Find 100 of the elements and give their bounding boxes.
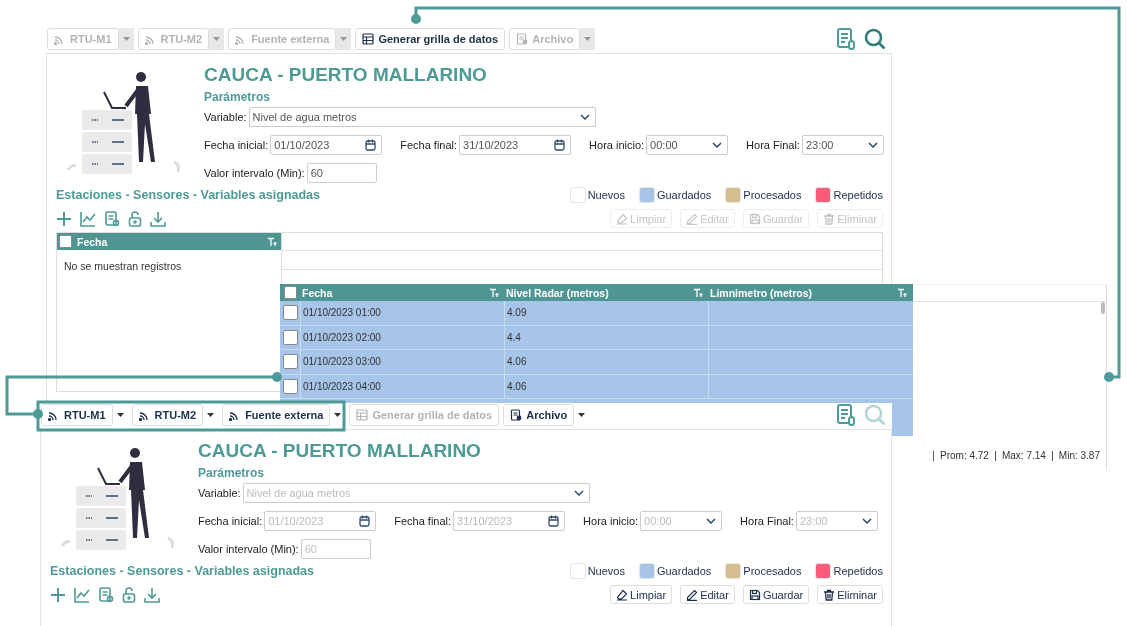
filter-icon[interactable]	[267, 236, 277, 247]
legend-label: Repetidos	[833, 565, 883, 577]
dropdown-button[interactable]: Archivo	[503, 404, 575, 426]
dropdown-button[interactable]: RTU-M2	[131, 404, 204, 426]
dropdown-field[interactable]: 23:00	[801, 135, 884, 155]
signal-icon	[48, 409, 60, 421]
row-checkbox[interactable]	[282, 354, 298, 370]
legend-label: Guardados	[656, 565, 712, 577]
field-label: Valor intervalo (Min):	[204, 167, 305, 179]
field-label: Hora Final:	[740, 515, 794, 527]
signal-icon	[54, 33, 66, 45]
action-button[interactable]: Eliminar	[817, 585, 883, 604]
scrollbar[interactable]	[1101, 302, 1105, 314]
save-icon	[748, 212, 761, 225]
table-cell: 01/10/2023 01:00	[300, 301, 504, 325]
section-heading: Parámetros	[198, 466, 266, 480]
chevron-down-icon[interactable]	[712, 142, 723, 148]
field-label: Variable:	[204, 111, 247, 123]
field-label: Hora Final:	[746, 139, 800, 151]
field-label: Fecha final:	[394, 515, 452, 527]
trash-icon	[823, 588, 836, 601]
filter-icon[interactable]	[897, 287, 907, 298]
save-icon	[748, 588, 761, 601]
legend-label: Guardados	[656, 189, 712, 201]
calendar-icon[interactable]	[365, 139, 377, 151]
stat-value: Max: 7.14	[994, 451, 1046, 461]
legend-label: Nuevos	[587, 189, 625, 201]
filter-icon[interactable]	[489, 287, 499, 298]
calendar-icon[interactable]	[554, 139, 566, 151]
lock-icon[interactable]	[128, 210, 142, 227]
field-label: Hora inicio:	[589, 139, 645, 151]
table-cell: 4.4	[504, 325, 708, 349]
dropdown-field[interactable]: Nivel de agua metros	[248, 107, 596, 127]
table-cell: 4.09	[504, 301, 708, 325]
field-label: Fecha inicial:	[198, 515, 263, 527]
document-icon	[510, 409, 523, 421]
lock-icon[interactable]	[122, 586, 136, 603]
plus-icon[interactable]	[50, 586, 66, 603]
stat-value: Prom: 4.72	[933, 451, 989, 461]
eraser-icon	[616, 212, 629, 225]
action-button[interactable]: Guardar	[742, 585, 810, 604]
legend-label: Repetidos	[833, 189, 883, 201]
row-checkbox[interactable]	[282, 378, 298, 394]
table-cell: 01/10/2023 04:00	[300, 374, 504, 398]
chevron-down-icon[interactable]	[579, 114, 590, 120]
table-cell: 01/10/2023 02:00	[300, 325, 504, 349]
date-field[interactable]: 31/10/2023	[459, 135, 572, 155]
dropdown-button[interactable]: Fuente externa	[222, 404, 331, 426]
legend-label: Nuevos	[587, 565, 625, 577]
search-icon[interactable]	[864, 28, 886, 50]
legend-label: Procesados	[743, 189, 802, 201]
pencil-icon	[686, 212, 699, 225]
document-clip-icon[interactable]	[836, 28, 856, 50]
field-label: Fecha final:	[400, 139, 458, 151]
download-icon[interactable]	[144, 586, 160, 603]
section-heading: Estaciones - Sensores - Variables asignadas	[56, 188, 320, 202]
eraser-icon	[616, 588, 629, 601]
field-label: Hora inicio:	[583, 515, 639, 527]
table-cell: 01/10/2023 03:00	[300, 350, 504, 374]
column-header[interactable]: Fecha	[300, 286, 504, 299]
table-icon	[356, 409, 369, 421]
document-icon	[516, 33, 529, 45]
select-all-checkbox[interactable]	[59, 235, 72, 248]
action-button[interactable]: Limpiar	[610, 585, 673, 604]
chart-icon[interactable]	[74, 586, 90, 603]
signal-icon	[138, 409, 151, 421]
date-field[interactable]: 01/10/2023	[270, 135, 383, 155]
action-button[interactable]: Editar	[680, 585, 735, 604]
document-icon[interactable]	[104, 210, 120, 227]
pencil-icon	[686, 588, 699, 601]
field-label: Fecha inicial:	[204, 139, 269, 151]
document-icon[interactable]	[98, 586, 114, 603]
chart-icon[interactable]	[80, 210, 96, 227]
table-cell: 4.06	[504, 350, 708, 374]
row-checkbox[interactable]	[282, 305, 298, 321]
plus-icon[interactable]	[56, 210, 72, 227]
table-cell: 4.06	[504, 374, 708, 398]
table-icon	[362, 33, 375, 45]
legend-label: Procesados	[743, 565, 802, 577]
signal-icon	[144, 33, 157, 45]
select-all-checkbox[interactable]	[283, 286, 297, 299]
stat-value: Min: 3.87	[1051, 451, 1100, 461]
station-title: CAUCA - PUERTO MALLARINO	[204, 64, 488, 86]
row-checkbox[interactable]	[282, 329, 298, 345]
dropdown-button[interactable]: RTU-M1	[41, 404, 113, 426]
empty-message: No se muestran registros	[63, 259, 183, 274]
download-icon[interactable]	[150, 210, 166, 227]
station-title: CAUCA - PUERTO MALLARINO	[198, 440, 482, 462]
section-heading: Parámetros	[204, 90, 272, 104]
column-header[interactable]: Nivel Radar (metros)	[504, 286, 708, 299]
column-header[interactable]: Limnimetro (metros)	[708, 286, 912, 299]
filter-icon[interactable]	[693, 287, 703, 298]
input-field[interactable]: 60	[306, 163, 377, 183]
field-label: Valor intervalo (Min):	[198, 543, 299, 555]
document-clip-icon[interactable]	[836, 404, 856, 426]
field-label: Variable:	[198, 487, 241, 499]
dropdown-field[interactable]: 00:00	[646, 135, 729, 155]
toolbar-button[interactable]: Generar grilla de datos	[355, 28, 506, 50]
chevron-down-icon[interactable]	[867, 142, 878, 148]
column-header[interactable]: Fecha	[77, 235, 108, 248]
